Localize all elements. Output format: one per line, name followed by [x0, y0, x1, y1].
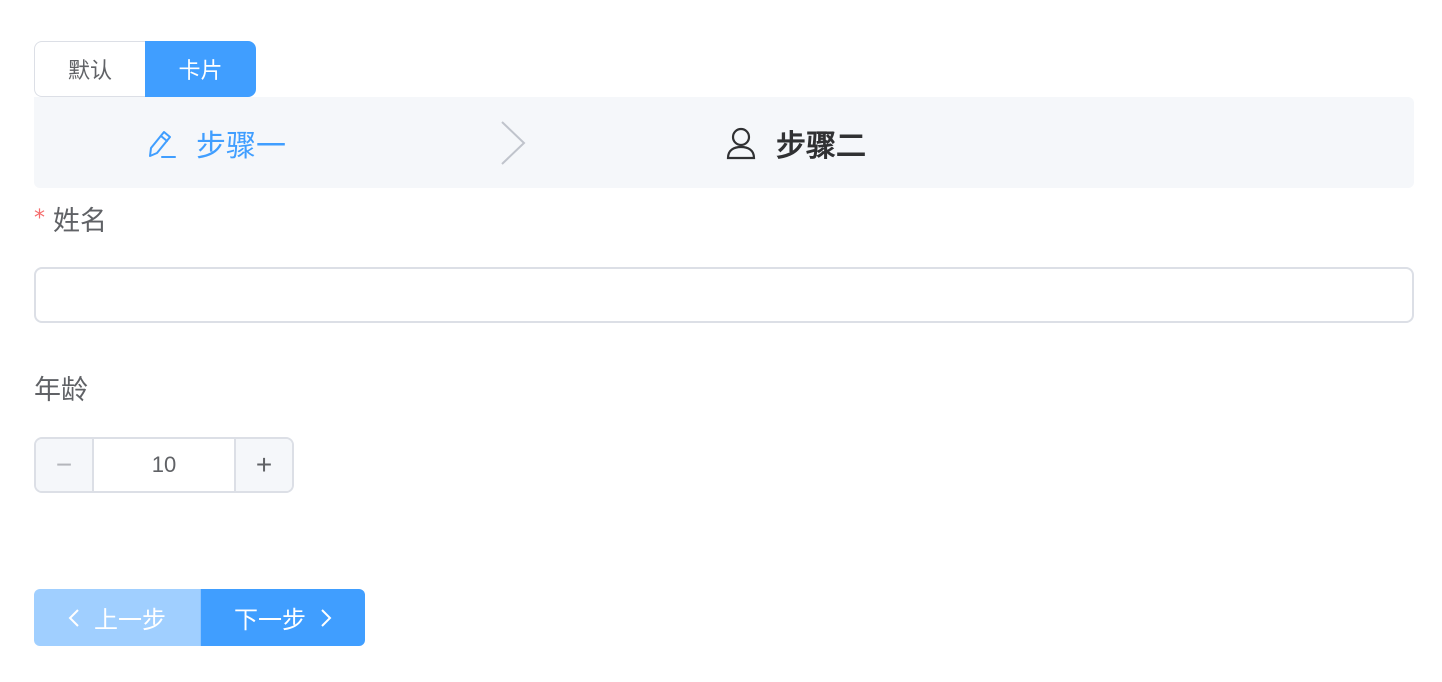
age-stepper: − 10 + [34, 437, 294, 493]
chevron-right-icon [500, 120, 526, 166]
form-page: 默认 卡片 步骤一 步骤二 * 姓名 年龄 − 10 + 上一步 下一步 [0, 0, 1442, 682]
toggle-card-button[interactable]: 卡片 [145, 41, 256, 97]
name-input[interactable] [34, 267, 1414, 323]
step-navigation: 上一步 下一步 [34, 589, 365, 646]
decrement-button[interactable]: − [36, 439, 94, 491]
step-one-label: 步骤一 [196, 128, 286, 164]
chevron-left-icon [68, 608, 80, 628]
age-value-input[interactable]: 10 [94, 439, 234, 491]
toggle-default-button[interactable]: 默认 [34, 41, 145, 97]
step-one[interactable]: 步骤一 [144, 97, 286, 188]
name-label-text: 姓名 [53, 205, 107, 237]
steps-bar: 步骤一 步骤二 [34, 97, 1414, 188]
step-two[interactable]: 步骤二 [724, 97, 866, 188]
style-toggle: 默认 卡片 [34, 41, 256, 97]
age-field-label: 年龄 [34, 374, 88, 406]
step-two-label: 步骤二 [776, 128, 866, 164]
name-field-label: * 姓名 [34, 198, 107, 238]
increment-button[interactable]: + [234, 439, 292, 491]
chevron-right-icon [320, 608, 332, 628]
next-step-label: 下一步 [234, 606, 306, 634]
prev-step-button[interactable]: 上一步 [34, 589, 200, 646]
user-icon [724, 126, 758, 160]
next-step-button[interactable]: 下一步 [200, 589, 365, 646]
prev-step-label: 上一步 [94, 606, 166, 634]
edit-pen-icon [144, 126, 178, 160]
required-marker: * [34, 205, 45, 231]
